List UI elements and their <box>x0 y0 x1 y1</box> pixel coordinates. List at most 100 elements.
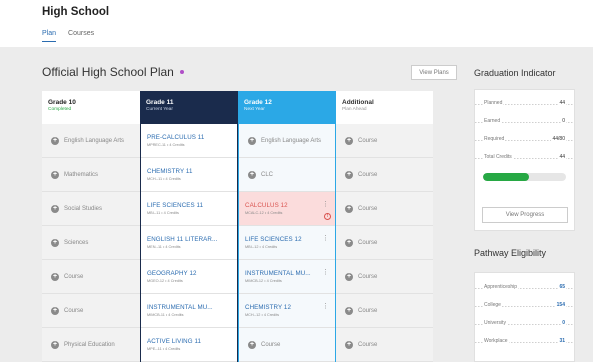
stat-row: Earned 0 <box>475 112 574 130</box>
plus-circle-icon[interactable]: + <box>345 204 353 213</box>
graduation-title: Graduation Indicator <box>474 68 556 78</box>
course-name[interactable]: GEOGRAPHY 12 <box>147 270 197 277</box>
course-card[interactable]: PRE-CALCULUS 11 MPREC-11 • 4 Credits <box>141 124 237 158</box>
course-card[interactable]: LIFE SCIENCES 12 MBI--12 • 4 Credits ⋮ <box>239 226 335 260</box>
course-name[interactable]: LIFE SCIENCES 11 <box>147 202 203 209</box>
course-detail: MIMCB-11 • 4 Credits <box>147 313 184 317</box>
course-detail: MCALC-12 • 4 Credits <box>245 211 283 215</box>
pathway-label: Apprenticeship <box>483 284 519 290</box>
plus-circle-icon[interactable]: + <box>51 170 59 179</box>
course-name[interactable]: ENGLISH 11 LITERAR... <box>147 236 217 243</box>
plus-circle-icon[interactable]: + <box>51 136 59 145</box>
column-grade-11: Grade 11 Current Year PRE-CALCULUS 11 MPR… <box>140 91 238 362</box>
stat-label: Planned <box>483 100 504 106</box>
course-name[interactable]: INSTRUMENTAL MU... <box>245 270 311 277</box>
plus-circle-icon[interactable]: + <box>345 238 353 247</box>
slot-label: Course <box>358 205 378 212</box>
course-name[interactable]: ACTIVE LIVING 11 <box>147 338 201 345</box>
course-name[interactable]: INSTRUMENTAL MU... <box>147 304 213 311</box>
vertical-dots-icon[interactable]: ⋮ <box>322 235 329 242</box>
course-card[interactable]: GEOGRAPHY 12 MGEO-12 • 4 Credits <box>141 260 237 294</box>
slot-label: Course <box>64 307 84 314</box>
plus-circle-icon[interactable]: + <box>248 170 256 179</box>
view-progress-button[interactable]: View Progress <box>482 207 568 223</box>
add-course-slot[interactable]: + Course <box>336 192 433 226</box>
plus-circle-icon[interactable]: + <box>345 272 353 281</box>
course-detail: MBI--11 • 4 Credits <box>147 211 179 215</box>
plus-circle-icon[interactable]: + <box>345 136 353 145</box>
column-body: PRE-CALCULUS 11 MPREC-11 • 4 Credits CHEMI… <box>140 124 238 362</box>
plus-circle-icon[interactable]: + <box>248 340 256 349</box>
add-course-slot[interactable]: + English Language Arts <box>239 124 335 158</box>
add-course-slot[interactable]: + Course <box>42 260 140 294</box>
column-header: Grade 11 Current Year <box>140 91 238 124</box>
column-body: + English Language Arts + Mathematics + Socia… <box>42 124 140 362</box>
add-course-slot[interactable]: + Course <box>336 294 433 328</box>
course-card[interactable]: ENGLISH 11 LITERAR... MEN--11 • 4 Credits <box>141 226 237 260</box>
top-bar: High School Plan Courses <box>0 0 593 47</box>
add-course-slot[interactable]: + Course <box>42 294 140 328</box>
plus-circle-icon[interactable]: + <box>345 306 353 315</box>
course-card[interactable]: INSTRUMENTAL MU... MIMCB-12 • 4 Credits ⋮ <box>239 260 335 294</box>
column-title: Grade 12 <box>244 99 272 106</box>
tab-courses[interactable]: Courses <box>68 30 94 42</box>
stat-row: Required 44/80 <box>475 130 574 148</box>
add-course-slot[interactable]: + Course <box>336 226 433 260</box>
column-subtitle: Completed <box>48 107 72 112</box>
add-course-slot[interactable]: + Social Studies <box>42 192 140 226</box>
add-course-slot[interactable]: + Course <box>336 328 433 362</box>
pathway-row[interactable]: Apprenticeship 65 <box>475 278 574 296</box>
plan-title: Official High School Plan <box>42 65 174 79</box>
tab-plan[interactable]: Plan <box>42 30 57 42</box>
add-course-slot[interactable]: + Sciences <box>42 226 140 260</box>
stat-value: 44 <box>558 100 566 106</box>
view-plans-button[interactable]: View Plans <box>411 65 457 80</box>
course-card[interactable]: INSTRUMENTAL MU... MIMCB-11 • 4 Credits <box>141 294 237 328</box>
column-body: + Course + Course + Course + Course + Course + Cour… <box>336 124 433 362</box>
slot-label: English Language Arts <box>261 137 322 144</box>
add-course-slot[interactable]: + Course <box>336 260 433 294</box>
pathway-row[interactable]: Workplace 31 <box>475 332 574 350</box>
vertical-dots-icon[interactable]: ⋮ <box>322 303 329 310</box>
vertical-dots-icon[interactable]: ⋮ <box>322 201 329 208</box>
pathway-row[interactable]: College 154 <box>475 296 574 314</box>
plus-circle-icon[interactable]: + <box>345 170 353 179</box>
add-course-slot[interactable]: + Course <box>239 328 335 362</box>
course-name[interactable]: CALCULUS 12 <box>245 202 288 209</box>
pathway-value[interactable]: 154 <box>555 302 566 308</box>
column-title: Grade 11 <box>146 99 174 106</box>
course-card[interactable]: CHEMISTRY 11 MCH--11 • 4 Credits <box>141 158 237 192</box>
add-course-slot[interactable]: + Course <box>336 158 433 192</box>
course-card[interactable]: LIFE SCIENCES 11 MBI--11 • 4 Credits <box>141 192 237 226</box>
add-course-slot[interactable]: + Mathematics <box>42 158 140 192</box>
pathway-value[interactable]: 31 <box>558 338 566 344</box>
add-course-slot[interactable]: + English Language Arts <box>42 124 140 158</box>
add-course-slot[interactable]: + Course <box>336 124 433 158</box>
pathway-row[interactable]: University 0 <box>475 314 574 332</box>
stat-row: Planned 44 <box>475 94 574 112</box>
course-card[interactable]: CALCULUS 12 MCALC-12 • 4 Credits ⋮! <box>239 192 335 226</box>
slot-label: Course <box>261 341 281 348</box>
plus-circle-icon[interactable]: + <box>345 340 353 349</box>
course-name[interactable]: LIFE SCIENCES 12 <box>245 236 302 243</box>
column-header: Grade 10 Completed <box>42 91 140 124</box>
plus-circle-icon[interactable]: + <box>248 136 256 145</box>
column-additional: Additional Plan Ahead + Course + Course + Cou… <box>336 91 433 362</box>
pathway-value[interactable]: 0 <box>561 320 566 326</box>
course-card[interactable]: ACTIVE LIVING 11 MPE--11 • 4 Credits <box>141 328 237 362</box>
plus-circle-icon[interactable]: + <box>51 340 59 349</box>
vertical-dots-icon[interactable]: ⋮ <box>322 269 329 276</box>
slot-label: Course <box>358 239 378 246</box>
add-course-slot[interactable]: + CLC <box>239 158 335 192</box>
plus-circle-icon[interactable]: + <box>51 306 59 315</box>
pathway-value[interactable]: 65 <box>558 284 566 290</box>
add-course-slot[interactable]: + Physical Education <box>42 328 140 362</box>
plus-circle-icon[interactable]: + <box>51 238 59 247</box>
course-name[interactable]: CHEMISTRY 12 <box>245 304 291 311</box>
course-name[interactable]: PRE-CALCULUS 11 <box>147 134 204 141</box>
plus-circle-icon[interactable]: + <box>51 204 59 213</box>
plus-circle-icon[interactable]: + <box>51 272 59 281</box>
course-name[interactable]: CHEMISTRY 11 <box>147 168 193 175</box>
stat-label: Total Credits <box>483 154 513 160</box>
course-card[interactable]: CHEMISTRY 12 MCH--12 • 4 Credits ⋮ <box>239 294 335 328</box>
